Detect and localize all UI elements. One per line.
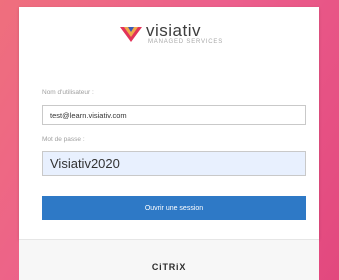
password-label: Mot de passe :: [42, 136, 85, 143]
brand-name: visiativ: [146, 21, 202, 40]
username-label: Nom d'utilisateur :: [42, 89, 94, 96]
username-field[interactable]: test@learn.visiativ.com: [42, 105, 306, 125]
username-value: test@learn.visiativ.com: [50, 110, 127, 120]
visiativ-logo-icon: [120, 27, 142, 42]
citrix-logo: CiTRiX: [151, 262, 187, 272]
password-field[interactable]: Visiativ2020: [42, 151, 306, 176]
sign-in-button[interactable]: Ouvrir une session: [42, 196, 306, 220]
password-value: Visiativ2020: [50, 156, 120, 171]
footer: CiTRiX: [19, 239, 319, 280]
login-card: visiativ MANAGED SERVICES Nom d'utilisat…: [19, 7, 319, 239]
visiativ-logo: visiativ MANAGED SERVICES: [119, 21, 249, 51]
brand-tagline: MANAGED SERVICES: [148, 39, 224, 45]
